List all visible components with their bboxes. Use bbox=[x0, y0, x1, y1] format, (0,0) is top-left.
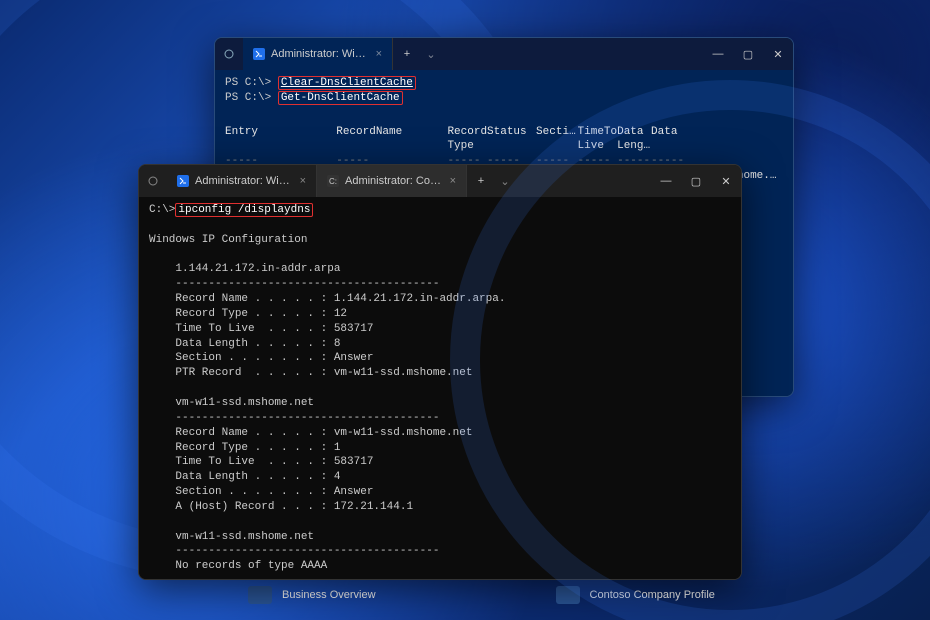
tab-label: Administrator: Windows Powe bbox=[271, 48, 370, 60]
output-heading: Windows IP Configuration bbox=[149, 233, 731, 248]
ps-command: Clear-DnsClientCache bbox=[278, 76, 416, 90]
maximize-button[interactable]: ▢ bbox=[733, 38, 763, 70]
tab-close-icon[interactable]: × bbox=[300, 175, 306, 187]
dns-section-title: 1.144.21.172.in-addr.arpa bbox=[149, 262, 731, 277]
col-recordtype: Record bbox=[447, 125, 487, 140]
titlebar[interactable]: Administrator: Windows Powe × + ⌄ — ▢ ✕ bbox=[215, 38, 793, 70]
minimize-button[interactable]: — bbox=[703, 38, 733, 70]
new-tab-button[interactable]: + bbox=[467, 165, 495, 197]
dns-record-line: Data Length . . . . . : 8 bbox=[149, 337, 731, 352]
tab-label: Administrator: Command Pro bbox=[345, 175, 444, 187]
cell-data: vm-w11-ssd.mshome.net bbox=[651, 169, 783, 184]
close-button[interactable]: ✕ bbox=[763, 38, 793, 70]
dns-record-line: Time To Live . . . . : 583717 bbox=[149, 322, 731, 337]
dns-record-line: Data Length . . . . . : 4 bbox=[149, 470, 731, 485]
ps-prompt: PS C:\> bbox=[225, 77, 271, 89]
powershell-icon bbox=[177, 175, 189, 187]
xls-file-icon bbox=[556, 562, 580, 580]
col-entry: Entry bbox=[225, 125, 336, 140]
cell-data: 172.21.144.1 bbox=[651, 199, 783, 214]
separator: ---------------------------------------- bbox=[149, 411, 731, 426]
tab-label: Administrator: Windows Powe bbox=[195, 175, 294, 187]
ps-prompt: PS C:\> bbox=[225, 92, 271, 104]
close-button[interactable]: ✕ bbox=[711, 165, 741, 197]
dns-section-title: vm-w11-ssd.mshome.net bbox=[149, 530, 731, 545]
dns-record-line: Time To Live . . . . : 583717 bbox=[149, 455, 731, 470]
tab-close-icon[interactable]: × bbox=[450, 175, 456, 187]
cell-section: Answer bbox=[536, 199, 577, 214]
dns-record-line: Record Type . . . . . : 12 bbox=[149, 307, 731, 322]
col-status: Status bbox=[487, 125, 536, 140]
tab-dropdown-icon[interactable] bbox=[139, 165, 167, 197]
dns-record-line: Section . . . . . . . : Answer bbox=[149, 485, 731, 500]
tab-close-icon[interactable]: × bbox=[376, 48, 382, 60]
cell-ttl: 583622 bbox=[578, 199, 618, 214]
titlebar-drag-region[interactable] bbox=[441, 38, 703, 70]
file-name: Business Overview bbox=[282, 589, 376, 601]
col-section: Section bbox=[536, 125, 577, 140]
file-time: 12h ago bbox=[590, 565, 630, 577]
cmd-prompt: C:\> bbox=[149, 204, 175, 216]
cell-section: Answer bbox=[536, 169, 577, 184]
chevron-down-icon[interactable]: ⌄ bbox=[495, 165, 515, 197]
col-ttl: TimeTo bbox=[578, 125, 618, 140]
maximize-button[interactable]: ▢ bbox=[681, 165, 711, 197]
doc-file-icon bbox=[556, 586, 580, 604]
dns-record-line: Record Name . . . . . : vm-w11-ssd.mshom… bbox=[149, 426, 731, 441]
dns-record-line: Record Name . . . . . : 1.144.21.172.in-… bbox=[149, 292, 731, 307]
command-prompt-window: Administrator: Windows Powe × C: Adminis… bbox=[138, 164, 742, 580]
cell-dlen bbox=[617, 184, 651, 199]
titlebar-drag-region[interactable] bbox=[515, 165, 651, 197]
svg-text:C:: C: bbox=[329, 177, 337, 186]
separator: ---------------------------------------- bbox=[149, 277, 731, 292]
doc-file-icon bbox=[248, 586, 272, 604]
cell-data bbox=[651, 184, 783, 199]
tab-powershell[interactable]: Administrator: Windows Powe × bbox=[243, 38, 393, 70]
col-datalength: Data bbox=[617, 125, 651, 140]
dns-record-line: Section . . . . . . . : Answer bbox=[149, 351, 731, 366]
cmd-icon: C: bbox=[327, 175, 339, 187]
col-recordname: RecordName bbox=[336, 125, 447, 140]
cell-dlen: 4 bbox=[617, 199, 651, 214]
dns-record-line: Record Type . . . . . : 1 bbox=[149, 441, 731, 456]
cell-dlen: 8 bbox=[617, 169, 651, 184]
dns-record-line: PTR Record . . . . . : vm-w11-ssd.mshome… bbox=[149, 366, 731, 381]
cmd-output[interactable]: C:\>ipconfig /displaydns Windows IP Conf… bbox=[139, 197, 741, 579]
minimize-button[interactable]: — bbox=[651, 165, 681, 197]
separator: ---------------------------------------- bbox=[149, 544, 731, 559]
titlebar[interactable]: Administrator: Windows Powe × C: Adminis… bbox=[139, 165, 741, 197]
tab-dropdown-icon[interactable] bbox=[215, 38, 243, 70]
cell-ttl: 583622 bbox=[578, 169, 618, 184]
col-data: Data bbox=[651, 125, 783, 140]
cell-ttl bbox=[578, 184, 618, 199]
powershell-icon bbox=[253, 48, 265, 60]
cmd-command: ipconfig /displaydns bbox=[175, 203, 313, 217]
ps-command: Get-DnsClientCache bbox=[278, 91, 403, 105]
dns-record-line: A (Host) Record . . . : 172.21.144.1 bbox=[149, 500, 731, 515]
dns-record-line: No records of type AAAA bbox=[149, 559, 731, 574]
tab-powershell[interactable]: Administrator: Windows Powe × bbox=[167, 165, 317, 197]
cell-section bbox=[536, 184, 577, 199]
chevron-down-icon[interactable]: ⌄ bbox=[421, 38, 441, 70]
file-name: Contoso Company Profile bbox=[590, 589, 715, 601]
new-tab-button[interactable]: + bbox=[393, 38, 421, 70]
tab-command-prompt[interactable]: C: Administrator: Command Pro × bbox=[317, 165, 467, 197]
dns-section-title: vm-w11-ssd.mshome.net bbox=[149, 396, 731, 411]
